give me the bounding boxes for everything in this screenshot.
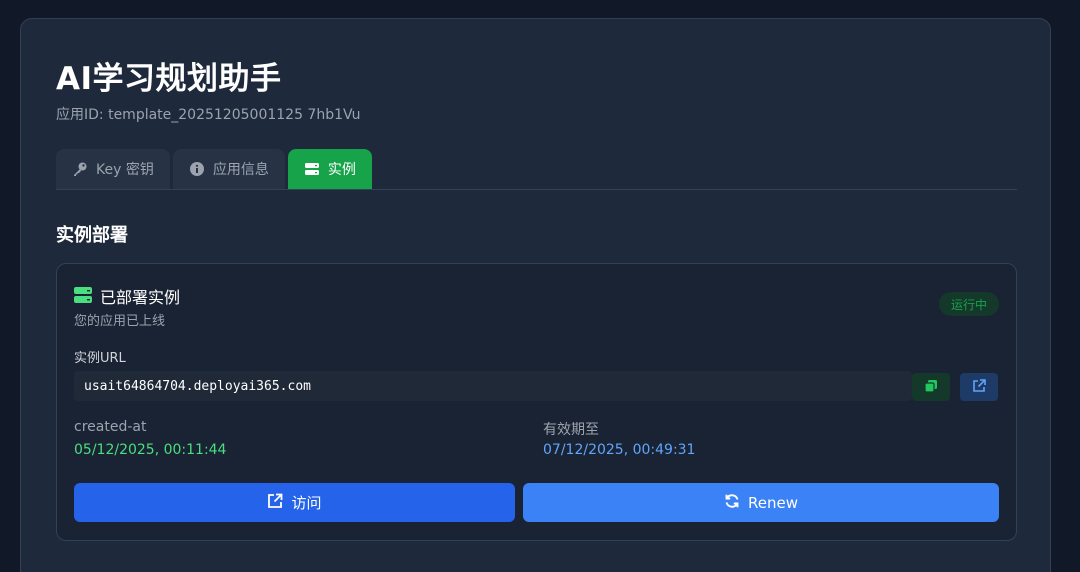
server-icon [74, 286, 92, 304]
expires-value: 07/12/2025, 00:49:31 [543, 442, 696, 458]
tab-app-info[interactable]: 应用信息 [172, 149, 285, 189]
tab-instance[interactable]: 实例 [287, 149, 372, 189]
instance-title: 已部署实例 [100, 288, 181, 307]
expires-label: 有效期至 [543, 422, 599, 438]
instance-subtitle: 您的应用已上线 [74, 314, 166, 329]
tab-app-info-label: 应用信息 [212, 162, 269, 178]
app-panel: AI学习规划助手 应用ID: template_20251205001125 7… [20, 18, 1051, 572]
renew-button[interactable]: Renew [523, 483, 999, 522]
open-url-button[interactable] [960, 373, 998, 401]
info-icon [189, 161, 205, 177]
renew-label: Renew [748, 493, 798, 512]
copy-icon [924, 378, 938, 397]
instance-url-field[interactable]: usait64864704.deployai365.com [74, 371, 912, 401]
section-title: 实例部署 [56, 225, 128, 246]
tab-bar: Key 密钥 应用信息 实例 [56, 149, 372, 189]
status-badge: 运行中 [938, 292, 999, 316]
created-label: created-at [74, 419, 147, 435]
tab-key[interactable]: Key 密钥 [56, 149, 170, 189]
external-link-icon [267, 493, 283, 513]
url-label: 实例URL [74, 351, 126, 366]
instance-card: 已部署实例 您的应用已上线 运行中 实例URL usait64864704.de… [56, 263, 1017, 541]
tab-instance-label: 实例 [327, 162, 356, 178]
key-icon [72, 161, 88, 177]
visit-label: 访问 [291, 494, 322, 512]
tab-key-label: Key 密钥 [96, 162, 154, 178]
app-id: 应用ID: template_20251205001125 7hb1Vu [56, 107, 361, 123]
tab-divider [56, 189, 1017, 190]
refresh-icon [724, 493, 740, 513]
server-icon [304, 161, 320, 177]
visit-button[interactable]: 访问 [74, 483, 515, 522]
page-title: AI学习规划助手 [56, 61, 282, 97]
copy-url-button[interactable] [912, 373, 950, 401]
external-link-icon [972, 378, 986, 397]
created-value: 05/12/2025, 00:11:44 [74, 442, 227, 458]
